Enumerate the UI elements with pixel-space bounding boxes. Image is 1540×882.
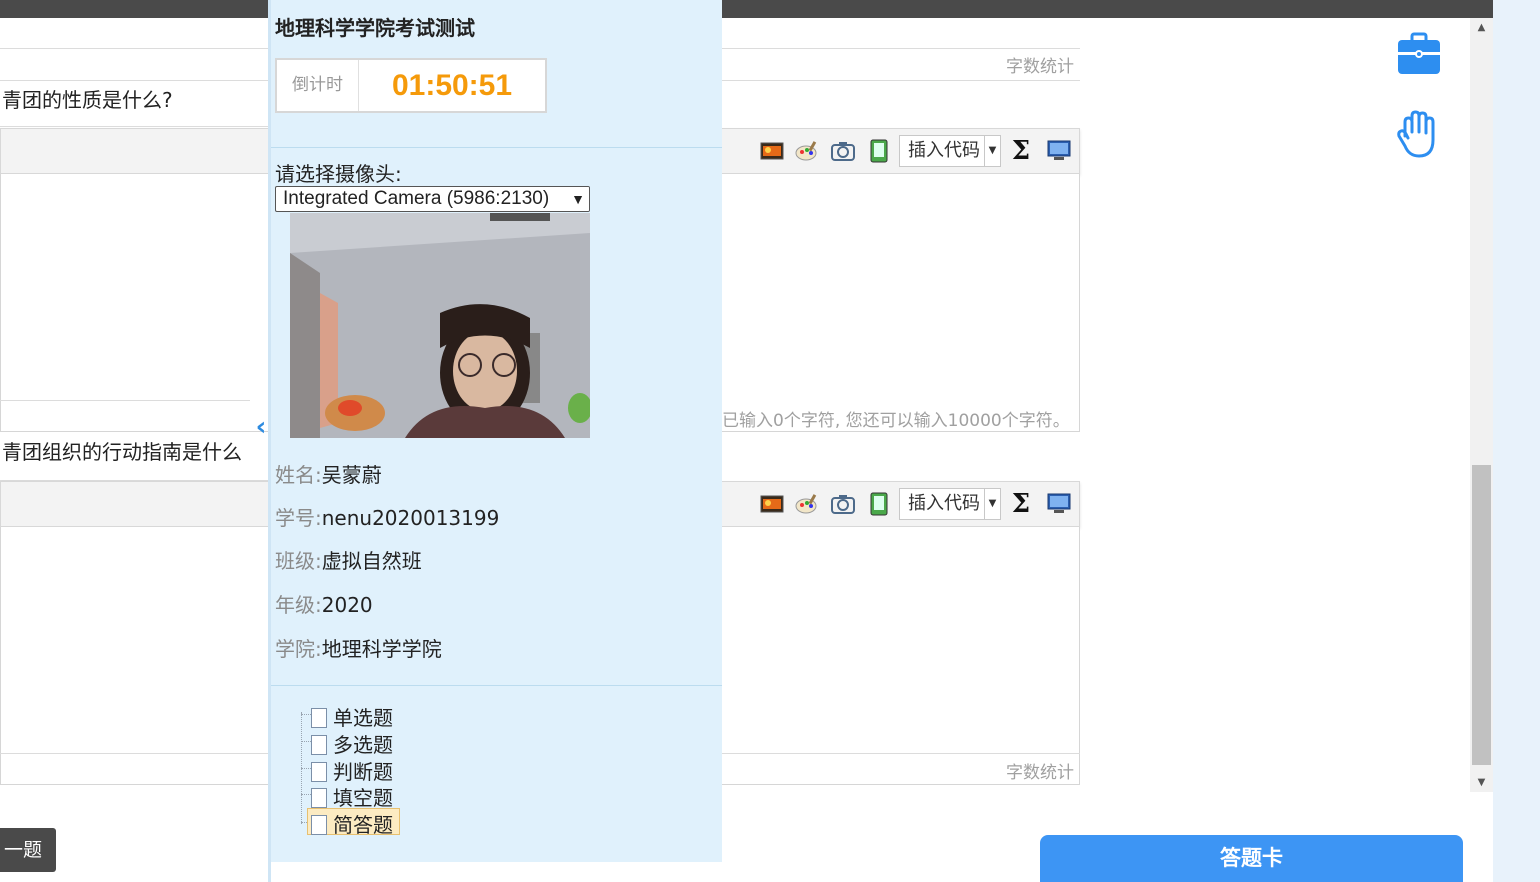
- divider: [271, 685, 722, 686]
- document-icon: [311, 788, 327, 808]
- tree-connector: [301, 741, 311, 742]
- browser-top-bar: [0, 0, 1493, 18]
- tree-item-label: 单选题: [333, 706, 393, 730]
- document-icon: [311, 735, 327, 755]
- prev-question-button[interactable]: 一题: [0, 828, 56, 872]
- document-icon: [311, 815, 327, 835]
- exam-main-area: 字数统计 青团的性质是什么? 插入代码 ▼ Σ 已输入0个字符, 您还可以输入1…: [0, 18, 1470, 882]
- tree-connector: [301, 714, 311, 715]
- info-value: 虚拟自然班: [321, 549, 422, 573]
- screen-icon[interactable]: [1046, 138, 1072, 164]
- divider: [0, 126, 268, 127]
- image-icon[interactable]: [759, 491, 785, 517]
- info-key: 学号:: [275, 506, 322, 530]
- exam-title: 地理科学学院考试测试: [275, 16, 475, 40]
- phone-icon[interactable]: [866, 138, 892, 164]
- webcam-preview: [290, 213, 590, 438]
- camera-icon[interactable]: [830, 491, 856, 517]
- timer-label: 倒计时: [277, 60, 359, 111]
- right-margin: [1493, 0, 1540, 882]
- tree-connector: [301, 768, 311, 769]
- chevron-down-icon[interactable]: ▼: [567, 187, 589, 211]
- timer-value: 01:50:51: [391, 69, 513, 102]
- document-icon: [311, 708, 327, 728]
- tree-connector: [301, 794, 311, 795]
- camera-select[interactable]: Integrated Camera (5986:2130) ▼: [275, 186, 590, 212]
- question-text: 青团的性质是什么?: [2, 88, 173, 112]
- tree-item-label: 简答题: [333, 813, 393, 837]
- info-grade: 年级:2020: [275, 589, 373, 618]
- scroll-up-icon[interactable]: ▲: [1470, 22, 1493, 33]
- insert-code-label: 插入代码: [908, 493, 980, 514]
- tree-item-single-choice[interactable]: 单选题: [311, 702, 393, 730]
- tree-item-label: 判断题: [333, 760, 393, 784]
- candidate-panel: 地理科学学院考试测试 倒计时 01:50:51 请选择摄像头: Integrat…: [268, 0, 722, 862]
- insert-code-dropdown[interactable]: 插入代码 ▼: [899, 135, 1001, 167]
- tree-item-true-false[interactable]: 判断题: [311, 756, 393, 784]
- image-icon[interactable]: [759, 138, 785, 164]
- insert-code-label: 插入代码: [908, 140, 980, 161]
- divider: [0, 400, 250, 401]
- tree-item-label: 多选题: [333, 733, 393, 757]
- raise-hand-icon[interactable]: [1395, 110, 1443, 158]
- info-key: 班级:: [275, 549, 322, 573]
- info-student-id: 学号:nenu2020013199: [275, 502, 499, 531]
- sigma-icon[interactable]: Σ: [1008, 489, 1034, 519]
- scrollbar[interactable]: ▲ ▼: [1470, 18, 1493, 792]
- info-value: nenu2020013199: [321, 506, 500, 530]
- chevron-down-icon[interactable]: ▼: [984, 489, 1000, 519]
- panel-footer: [268, 862, 722, 882]
- tree-item-short-answer[interactable]: 简答题: [307, 808, 400, 837]
- info-value: 2020: [321, 593, 373, 617]
- info-value: 吴蒙蔚: [321, 463, 382, 487]
- tree-item-multiple-choice[interactable]: 多选题: [311, 729, 393, 757]
- tree-item-fill-blank[interactable]: 填空题: [311, 782, 393, 810]
- phone-icon[interactable]: [866, 491, 892, 517]
- paint-icon[interactable]: [794, 491, 820, 517]
- paint-icon[interactable]: [794, 138, 820, 164]
- info-class: 班级:虚拟自然班: [275, 545, 422, 574]
- question-text: 青团组织的行动指南是什么: [2, 440, 242, 464]
- word-count-label: 字数统计: [1006, 57, 1074, 77]
- scrollbar-thumb[interactable]: [1472, 465, 1491, 765]
- divider: [271, 147, 722, 148]
- toolbox-icon[interactable]: [1395, 30, 1443, 78]
- answer-card-button[interactable]: 答题卡: [1040, 835, 1463, 882]
- sigma-icon[interactable]: Σ: [1008, 136, 1034, 166]
- camera-select-label: 请选择摄像头:: [275, 162, 402, 186]
- word-count-label: 字数统计: [1006, 763, 1074, 783]
- document-icon: [311, 762, 327, 782]
- char-count-text: 已输入0个字符, 您还可以输入10000个字符。: [722, 411, 1070, 431]
- chevron-down-icon[interactable]: ▼: [984, 136, 1000, 166]
- info-key: 年级:: [275, 593, 322, 617]
- screen-icon[interactable]: [1046, 491, 1072, 517]
- tree-item-label: 填空题: [333, 786, 393, 810]
- camera-icon[interactable]: [830, 138, 856, 164]
- info-key: 学院:: [275, 637, 322, 661]
- camera-select-value: Integrated Camera (5986:2130): [283, 188, 550, 209]
- info-college: 学院:地理科学学院: [275, 633, 442, 662]
- countdown-timer: 倒计时 01:50:51: [275, 58, 547, 113]
- info-value: 地理科学学院: [321, 637, 442, 661]
- scroll-down-icon[interactable]: ▼: [1470, 777, 1493, 788]
- info-key: 姓名:: [275, 463, 322, 487]
- insert-code-dropdown[interactable]: 插入代码 ▼: [899, 488, 1001, 520]
- info-name: 姓名:吴蒙蔚: [275, 459, 382, 488]
